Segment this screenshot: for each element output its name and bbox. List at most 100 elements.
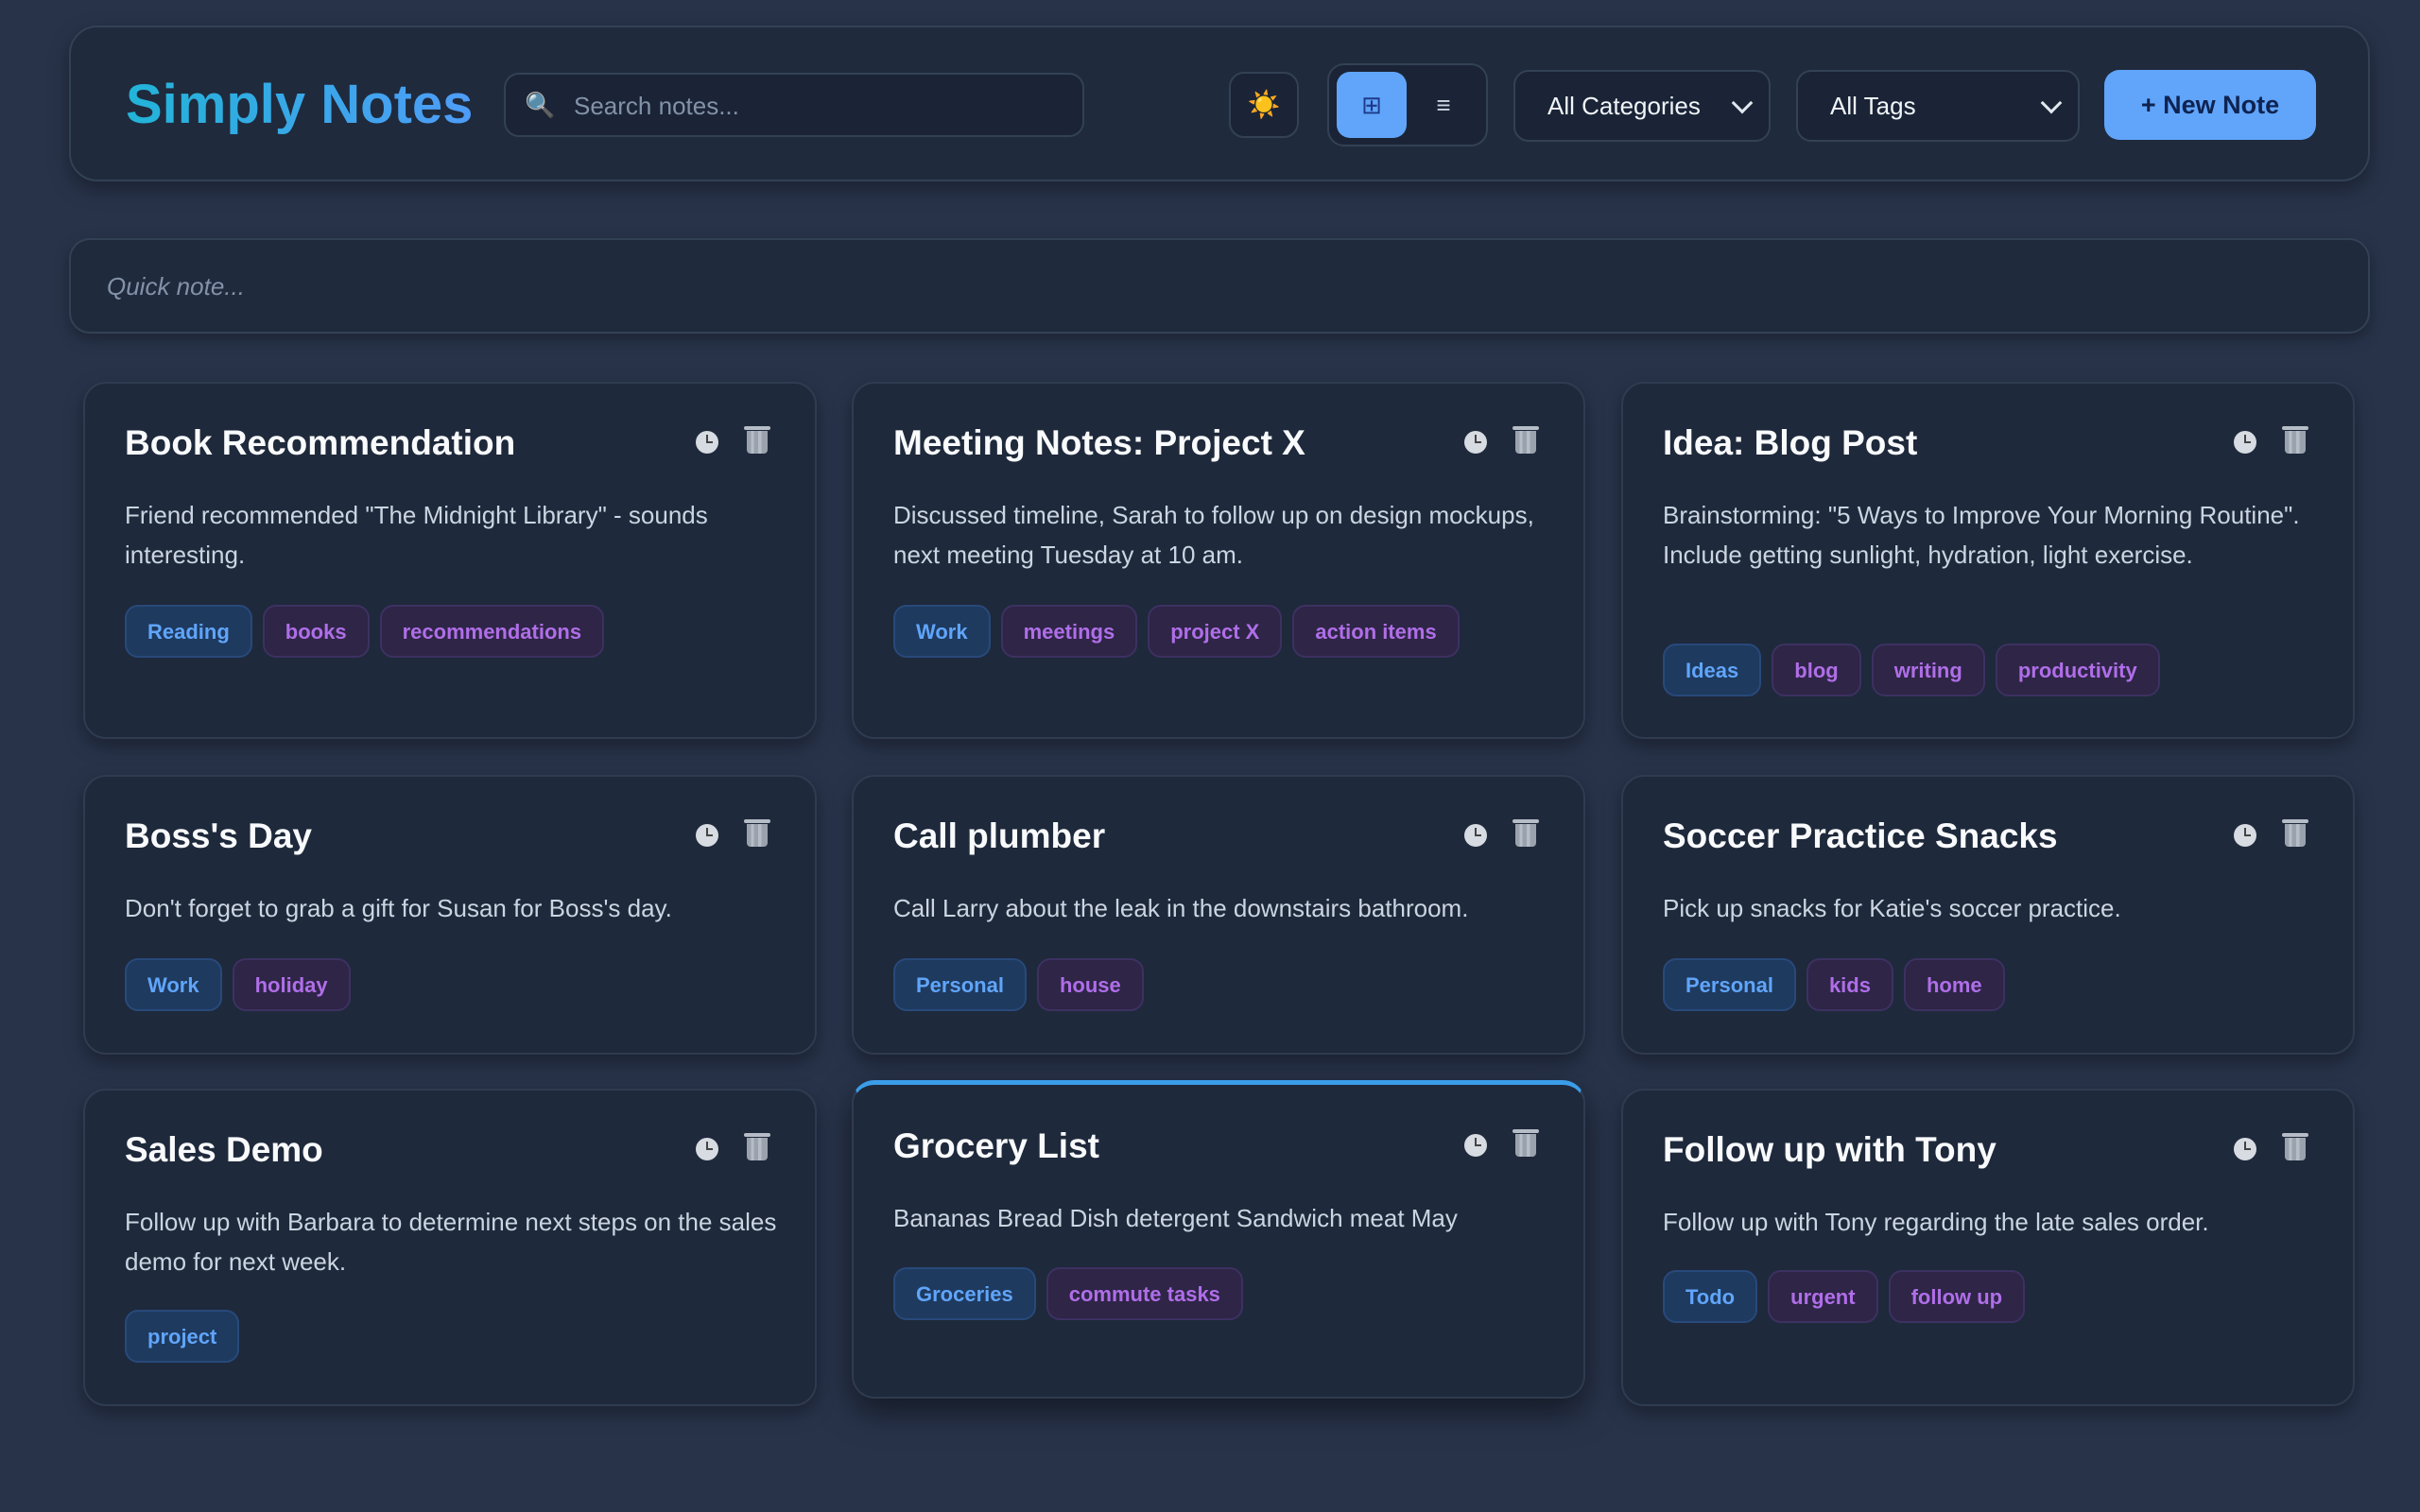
app-header: Simply Notes 🔍 ☀️ ⊞ ≡ All Categories All… [69, 26, 2370, 181]
tag-chip[interactable]: kids [1806, 958, 1893, 1011]
note-actions [696, 819, 770, 862]
tag-chip[interactable]: productivity [1995, 644, 2160, 696]
tag-chip[interactable]: action items [1292, 605, 1460, 658]
search-icon: 🔍 [525, 91, 556, 119]
tag-chip[interactable]: holiday [232, 958, 351, 1011]
note-actions [2234, 1133, 2308, 1176]
trash-icon[interactable] [2282, 1133, 2308, 1160]
quick-note-bar [69, 238, 2370, 334]
category-tag[interactable]: Reading [125, 605, 252, 658]
note-tags: Personal house [893, 958, 1154, 1011]
tag-select-value: All Tags [1830, 92, 1916, 120]
note-body: Friend recommended "The Midnight Library… [125, 501, 708, 569]
note-body: Follow up with Tony regarding the late s… [1663, 1208, 2209, 1236]
reminder-clock-icon[interactable] [696, 1138, 718, 1160]
note-title: Follow up with Tony [1663, 1130, 1996, 1169]
reminder-clock-icon[interactable] [2234, 1138, 2256, 1160]
search-input[interactable] [572, 75, 1067, 137]
reminder-clock-icon[interactable] [696, 824, 718, 847]
note-actions [2234, 426, 2308, 469]
reminder-clock-icon[interactable] [696, 431, 718, 454]
note-actions [2234, 819, 2308, 862]
note-card[interactable]: Soccer Practice Snacks Pick up snacks fo… [1621, 775, 2355, 1055]
note-actions [696, 426, 770, 469]
app-logo: Simply Notes [126, 74, 474, 135]
note-body: Brainstorming: "5 Ways to Improve Your M… [1663, 501, 2300, 569]
note-body: Discussed timeline, Sarah to follow up o… [893, 501, 1534, 569]
note-card[interactable]: Follow up with Tony Follow up with Tony … [1621, 1089, 2355, 1406]
trash-icon[interactable] [2282, 819, 2308, 847]
note-card[interactable]: Idea: Blog Post Brainstorming: "5 Ways t… [1621, 382, 2355, 739]
reminder-clock-icon[interactable] [2234, 431, 2256, 454]
category-tag[interactable]: Personal [893, 958, 1027, 1011]
trash-icon[interactable] [1512, 819, 1539, 847]
theme-toggle-button[interactable]: ☀️ [1229, 72, 1299, 138]
category-tag[interactable]: Groceries [893, 1267, 1036, 1320]
note-card[interactable]: Meeting Notes: Project X Discussed timel… [852, 382, 1585, 739]
category-tag[interactable]: Work [893, 605, 991, 658]
grid-icon: ⊞ [1361, 91, 1382, 119]
category-select[interactable]: All Categories [1513, 70, 1771, 142]
category-tag[interactable]: project [125, 1310, 240, 1363]
tag-chip[interactable]: writing [1871, 644, 1985, 696]
grid-view-button[interactable]: ⊞ [1337, 72, 1407, 138]
view-toggle: ⊞ ≡ [1327, 63, 1488, 146]
tag-chip[interactable]: project X [1148, 605, 1283, 658]
tag-chip[interactable]: books [262, 605, 370, 658]
reminder-clock-icon[interactable] [1464, 1134, 1487, 1157]
note-tags: Todo urgent follow up [1663, 1270, 2035, 1323]
quick-note-input[interactable] [105, 240, 2340, 334]
note-title: Idea: Blog Post [1663, 423, 1918, 462]
note-title: Meeting Notes: Project X [893, 423, 1305, 462]
category-tag[interactable]: Ideas [1663, 644, 1762, 696]
list-view-button[interactable]: ≡ [1409, 72, 1478, 138]
search-box[interactable]: 🔍 [504, 73, 1084, 137]
note-title: Call plumber [893, 816, 1106, 855]
note-actions [1464, 426, 1539, 469]
category-tag[interactable]: Work [125, 958, 222, 1011]
tag-chip[interactable]: home [1903, 958, 2005, 1011]
note-card[interactable]: Call plumber Call Larry about the leak i… [852, 775, 1585, 1055]
new-note-button[interactable]: + New Note [2104, 70, 2316, 140]
note-title: Sales Demo [125, 1130, 323, 1169]
trash-icon[interactable] [744, 426, 770, 454]
sun-icon: ☀️ [1247, 90, 1281, 119]
note-actions [1464, 1129, 1539, 1172]
list-icon: ≡ [1436, 91, 1451, 119]
note-actions [1464, 819, 1539, 862]
note-title: Boss's Day [125, 816, 313, 855]
trash-icon[interactable] [744, 819, 770, 847]
trash-icon[interactable] [1512, 1129, 1539, 1157]
note-title: Book Recommendation [125, 423, 516, 462]
note-card[interactable]: Book Recommendation Friend recommended "… [83, 382, 817, 739]
tag-chip[interactable]: commute tasks [1046, 1267, 1243, 1320]
category-select-value: All Categories [1547, 92, 1701, 120]
note-card[interactable]: Boss's Day Don't forget to grab a gift f… [83, 775, 817, 1055]
tag-chip[interactable]: follow up [1888, 1270, 2026, 1323]
note-card-selected[interactable]: Grocery List Bananas Bread Dish detergen… [852, 1080, 1585, 1399]
note-actions [696, 1133, 770, 1176]
trash-icon[interactable] [744, 1133, 770, 1160]
tag-chip[interactable]: recommendations [379, 605, 605, 658]
chevron-down-icon [1731, 92, 1754, 114]
chevron-down-icon [2040, 92, 2063, 114]
trash-icon[interactable] [2282, 426, 2308, 454]
category-tag[interactable]: Todo [1663, 1270, 1758, 1323]
note-card[interactable]: Sales Demo Follow up with Barbara to det… [83, 1089, 817, 1406]
category-tag[interactable]: Personal [1663, 958, 1796, 1011]
tag-select[interactable]: All Tags [1796, 70, 2080, 142]
note-body: Bananas Bread Dish detergent Sandwich me… [893, 1204, 1458, 1232]
tag-chip[interactable]: meetings [1000, 605, 1138, 658]
note-title: Grocery List [893, 1126, 1099, 1165]
note-tags: Groceries commute tasks [893, 1267, 1253, 1320]
reminder-clock-icon[interactable] [2234, 824, 2256, 847]
tag-chip[interactable]: house [1036, 958, 1144, 1011]
note-body: Don't forget to grab a gift for Susan fo… [125, 894, 672, 922]
trash-icon[interactable] [1512, 426, 1539, 454]
reminder-clock-icon[interactable] [1464, 431, 1487, 454]
tag-chip[interactable]: urgent [1768, 1270, 1878, 1323]
reminder-clock-icon[interactable] [1464, 824, 1487, 847]
tag-chip[interactable]: blog [1772, 644, 1861, 696]
note-tags: Personal kids home [1663, 958, 2015, 1011]
note-tags: Reading books recommendations [125, 605, 614, 658]
